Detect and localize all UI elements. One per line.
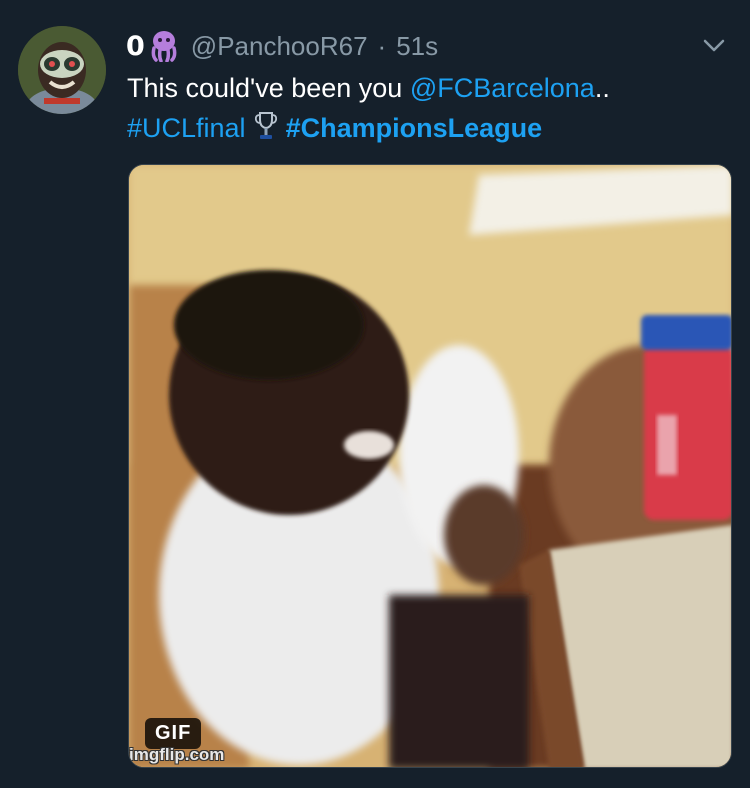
tweet[interactable]: 0 @PanchooR67 · 51s This could've been y… — [0, 0, 750, 788]
timestamp[interactable]: 51s — [396, 31, 438, 62]
hashtag-championsleague[interactable]: #ChampionsLeague — [286, 113, 543, 143]
display-name[interactable]: 0 — [126, 31, 145, 62]
tweet-text-prefix: This could've been you — [127, 73, 410, 103]
avatar[interactable] — [18, 26, 106, 114]
user-handle[interactable]: @PanchooR67 — [191, 31, 368, 62]
trophy-icon — [254, 110, 278, 142]
separator-dot: · — [377, 30, 387, 61]
mention-link[interactable]: @FCBarcelona — [410, 73, 595, 103]
watermark: imgflip.com — [129, 745, 225, 764]
octopus-icon — [149, 30, 179, 63]
tweet-header: 0 @PanchooR67 · 51s — [126, 26, 438, 66]
chevron-down-icon[interactable] — [700, 32, 728, 60]
media-gif[interactable]: GIF imgflip.com — [128, 164, 732, 768]
tweet-text: This could've been you @FCBarcelona.. #U… — [127, 68, 727, 148]
hashtag-uclfinal[interactable]: #UCLfinal — [127, 113, 246, 143]
tweet-text-suffix: .. — [594, 73, 610, 103]
